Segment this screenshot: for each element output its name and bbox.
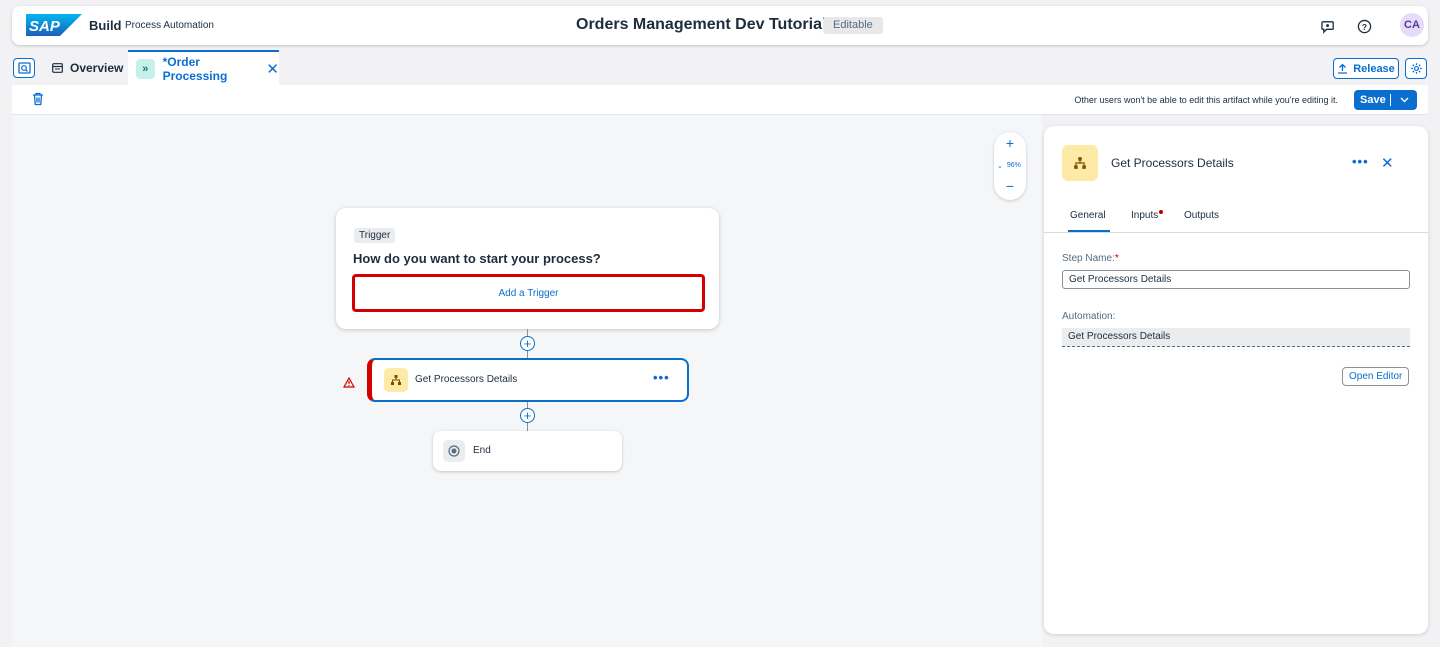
add-trigger-button[interactable]: Add a Trigger	[352, 274, 705, 312]
settings-button[interactable]	[1405, 58, 1427, 79]
tab-overview[interactable]: Overview	[44, 50, 135, 85]
properties-panel: Get Processors Details ••• ✕ General Inp…	[1044, 126, 1428, 634]
panel-tab-bar: General Inputs Outputs	[1044, 202, 1428, 233]
help-icon[interactable]: ?	[1354, 16, 1374, 36]
gear-icon	[1410, 63, 1422, 74]
delete-icon[interactable]	[32, 92, 44, 111]
save-menu-chevron-icon[interactable]	[1391, 97, 1417, 103]
automation-step-card[interactable]: Get Processors Details •••	[367, 358, 689, 402]
shell-header: SAP Build Process Automation Orders Mana…	[12, 6, 1428, 45]
trigger-card: Trigger How do you want to start your pr…	[336, 208, 719, 329]
zoom-out-icon[interactable]: −	[994, 178, 1026, 194]
zoom-level-value: 96%	[1006, 162, 1021, 169]
brand-name: Build	[89, 18, 122, 33]
zoom-in-icon[interactable]: +	[994, 135, 1026, 151]
tab-inputs-label: Inputs	[1131, 210, 1159, 221]
step-name-label: Step Name:*	[1062, 253, 1119, 264]
save-button[interactable]: Save	[1354, 90, 1417, 110]
automation-icon	[1062, 145, 1098, 181]
upload-icon	[1338, 63, 1348, 74]
editor-toolbar: Other users won't be able to edit this a…	[12, 85, 1428, 115]
step-label: Get Processors Details	[415, 374, 518, 385]
edit-lock-notice: Other users won't be able to edit this a…	[1074, 95, 1338, 105]
overview-icon	[52, 62, 63, 73]
avatar[interactable]: CA	[1400, 13, 1424, 37]
process-icon: »	[136, 58, 155, 79]
add-step-icon[interactable]: +	[520, 336, 535, 351]
save-label: Save	[1360, 94, 1386, 106]
end-label: End	[473, 445, 491, 456]
end-node[interactable]: End	[433, 431, 622, 471]
add-step-icon[interactable]: +	[520, 408, 535, 423]
active-tab-indicator	[1068, 230, 1110, 232]
release-button[interactable]: Release	[1333, 58, 1399, 79]
svg-text:?: ?	[1361, 21, 1366, 31]
status-badge: Editable	[823, 17, 883, 34]
zoom-chevron-icon: ⌄	[997, 163, 1003, 170]
release-label: Release	[1353, 62, 1395, 75]
close-tab-icon[interactable]: ✕	[266, 60, 279, 78]
explorer-icon	[17, 62, 31, 74]
close-icon[interactable]: ✕	[1381, 154, 1394, 172]
sap-logo-text: SAP	[29, 18, 61, 35]
required-indicator	[1159, 210, 1164, 214]
more-options-icon[interactable]: •••	[1352, 154, 1369, 169]
sap-logo[interactable]: SAP	[26, 14, 82, 36]
product-name: Process Automation	[125, 20, 214, 31]
required-star: *	[1114, 253, 1119, 264]
feedback-icon[interactable]	[1318, 16, 1338, 36]
trigger-question: How do you want to start your process?	[353, 251, 601, 266]
tab-inputs[interactable]: Inputs	[1131, 210, 1164, 221]
warning-icon[interactable]	[342, 375, 356, 393]
tab-bar: Overview » *Order Processing ✕ Release	[0, 50, 1440, 85]
more-options-icon[interactable]: •••	[653, 370, 670, 385]
trigger-tag: Trigger	[354, 228, 396, 243]
tab-outputs[interactable]: Outputs	[1184, 210, 1219, 221]
zoom-level[interactable]: ⌄ 96%	[997, 162, 1025, 170]
automation-icon	[384, 368, 408, 392]
tab-overview-label: Overview	[70, 60, 124, 75]
tab-order-processing[interactable]: » *Order Processing ✕	[128, 50, 279, 85]
tab-order-processing-label: *Order Processing	[162, 54, 228, 83]
explorer-button[interactable]	[13, 58, 35, 78]
step-name-field[interactable]: Get Processors Details	[1062, 270, 1410, 289]
zoom-control: + ⌄ 96% −	[994, 132, 1026, 200]
project-title: Orders Management Dev Tutorial	[576, 16, 827, 33]
tab-general[interactable]: General	[1070, 210, 1106, 221]
open-editor-button[interactable]: Open Editor	[1342, 367, 1410, 386]
automation-field: Get Processors Details	[1062, 328, 1410, 347]
panel-title: Get Processors Details	[1111, 156, 1234, 170]
automation-label: Automation:	[1062, 311, 1116, 322]
stop-icon	[443, 440, 465, 462]
step-name-label-text: Step Name:	[1062, 253, 1115, 264]
